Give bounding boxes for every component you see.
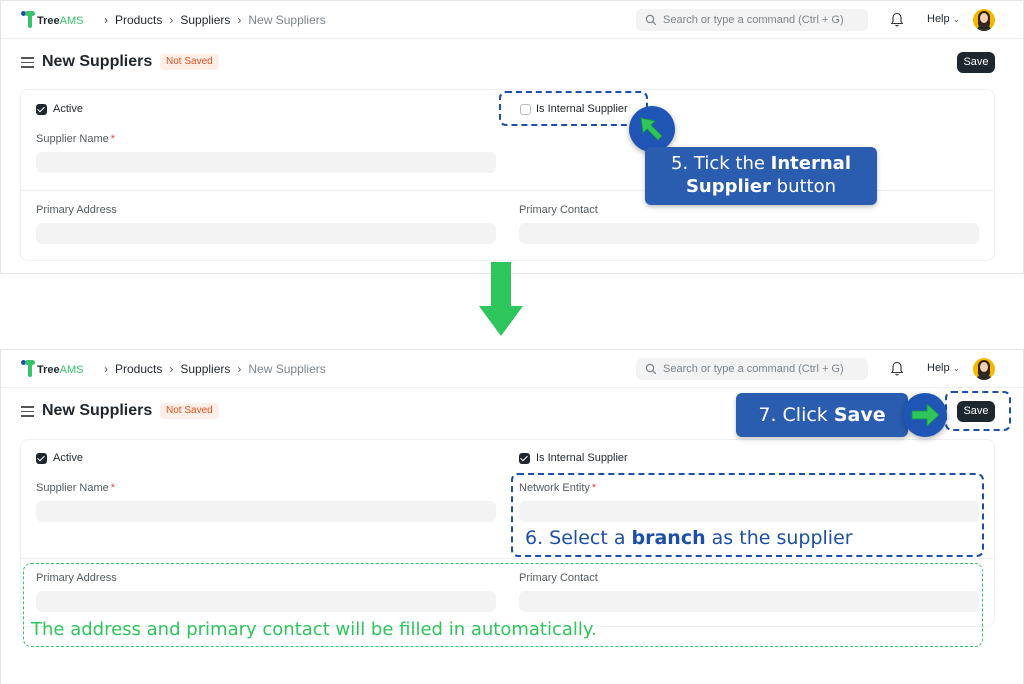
- tree-logo-icon: [21, 360, 35, 378]
- avatar[interactable]: [973, 9, 995, 31]
- search-placeholder: Search or type a command (Ctrl + G): [663, 363, 844, 375]
- help-menu[interactable]: Help ⌄: [927, 13, 960, 25]
- navbar: TreeAMS › Products › Suppliers › New Sup…: [1, 1, 1023, 39]
- help-menu[interactable]: Help ⌄: [927, 362, 960, 374]
- autofill-note: The address and primary contact will be …: [31, 619, 597, 640]
- pointer-circle: [903, 393, 947, 437]
- logo-text-ams: AMS: [59, 364, 84, 376]
- screen-before: TreeAMS › Products › Suppliers › New Sup…: [0, 0, 1024, 274]
- save-button[interactable]: Save: [957, 52, 995, 73]
- breadcrumb-suppliers[interactable]: Suppliers: [180, 362, 230, 376]
- active-label: Active: [53, 103, 83, 115]
- bell-icon[interactable]: [890, 361, 904, 377]
- active-checkbox[interactable]: [36, 104, 47, 115]
- supplier-name-label: Supplier Name *: [36, 133, 116, 145]
- tree-logo-icon: [21, 11, 35, 29]
- primary-address-label: Primary Address: [36, 204, 117, 216]
- chevron-right-icon: ›: [237, 362, 242, 376]
- chevron-down-icon: ⌄: [952, 14, 961, 24]
- supplier-name-label: Supplier Name *: [36, 482, 116, 494]
- hamburger-icon[interactable]: [21, 406, 34, 417]
- chevron-right-icon: ›: [104, 13, 108, 27]
- app-logo[interactable]: TreeAMS: [21, 10, 87, 30]
- chevron-right-icon: ›: [237, 13, 242, 27]
- supplier-name-field[interactable]: [36, 501, 496, 522]
- help-label: Help: [927, 362, 950, 374]
- chevron-right-icon: ›: [169, 362, 174, 376]
- step7-callout: 7. Click Save: [736, 393, 908, 437]
- logo-text-tree: Tree: [37, 15, 60, 27]
- save-highlight: [945, 391, 1011, 431]
- status-badge: Not Saved: [160, 54, 219, 70]
- internal-supplier-highlight: [499, 91, 648, 126]
- chevron-right-icon: ›: [104, 362, 108, 376]
- breadcrumb-suppliers[interactable]: Suppliers: [180, 13, 230, 27]
- primary-contact-label: Primary Contact: [519, 204, 598, 216]
- status-badge: Not Saved: [160, 403, 219, 419]
- internal-supplier-checkbox[interactable]: [519, 453, 530, 464]
- pointer-arrow-icon: [911, 403, 940, 427]
- search-placeholder: Search or type a command (Ctrl + G): [663, 14, 844, 26]
- primary-address-field[interactable]: [36, 223, 496, 244]
- navbar: TreeAMS › Products › Suppliers › New Sup…: [1, 350, 1023, 388]
- logo-text-ams: AMS: [59, 15, 84, 27]
- app-logo[interactable]: TreeAMS: [21, 359, 87, 379]
- breadcrumb-products[interactable]: Products: [115, 13, 162, 27]
- internal-supplier-label: Is Internal Supplier: [536, 452, 628, 464]
- search-input[interactable]: Search or type a command (Ctrl + G): [636, 358, 868, 380]
- search-icon: [645, 14, 657, 26]
- pointer-arrow-icon: [640, 117, 663, 141]
- breadcrumb-new-suppliers: New Suppliers: [248, 13, 326, 27]
- hamburger-icon[interactable]: [21, 57, 34, 68]
- chevron-right-icon: ›: [169, 13, 174, 27]
- breadcrumb: › Products › Suppliers › New Suppliers: [97, 362, 326, 376]
- primary-contact-field[interactable]: [519, 223, 979, 244]
- logo-text-tree: Tree: [37, 364, 60, 376]
- active-label: Active: [53, 452, 83, 464]
- search-input[interactable]: Search or type a command (Ctrl + G): [636, 9, 868, 31]
- breadcrumb-products[interactable]: Products: [115, 362, 162, 376]
- pointer-circle: [629, 106, 675, 152]
- chevron-down-icon: ⌄: [952, 363, 961, 373]
- page-title: New Suppliers: [42, 53, 153, 70]
- page-title: New Suppliers: [42, 402, 153, 419]
- help-label: Help: [927, 13, 950, 25]
- step6-note: 6. Select a branch as the supplier: [525, 527, 853, 549]
- step5-callout: 5. Tick the Internal Supplier button: [645, 147, 877, 205]
- active-checkbox[interactable]: [36, 453, 47, 464]
- search-icon: [645, 363, 657, 375]
- arrow-down-icon: [479, 262, 523, 336]
- breadcrumb: › Products › Suppliers › New Suppliers: [97, 13, 326, 27]
- avatar[interactable]: [973, 358, 995, 380]
- breadcrumb-new-suppliers: New Suppliers: [248, 362, 326, 376]
- supplier-name-field[interactable]: [36, 152, 496, 173]
- bell-icon[interactable]: [890, 12, 904, 28]
